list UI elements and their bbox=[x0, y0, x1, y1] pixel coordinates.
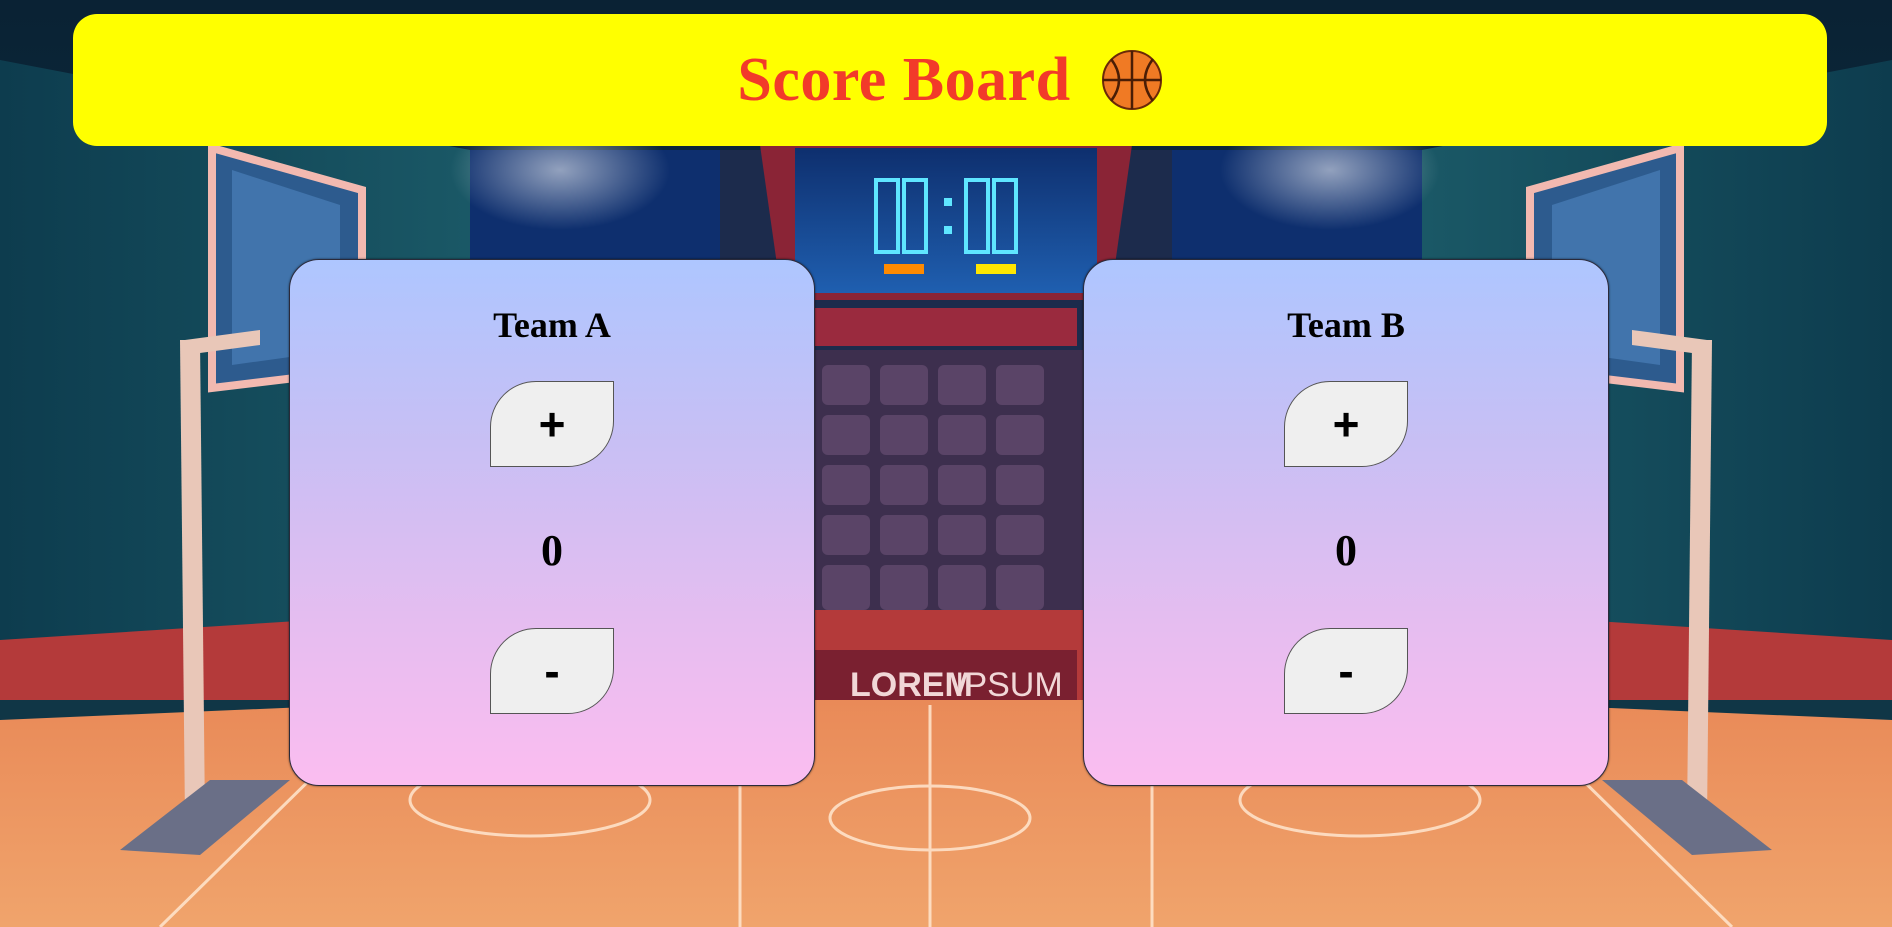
team-b-score: 0 bbox=[1335, 526, 1357, 575]
team-b-card: Team B + 0 - bbox=[1083, 259, 1609, 786]
arena-sign-light: IPSUM bbox=[955, 666, 1063, 704]
team-a-card: Team A + 0 - bbox=[289, 259, 815, 786]
team-a-name: Team A bbox=[493, 305, 611, 345]
team-a-decrement-button[interactable]: - bbox=[490, 628, 614, 714]
team-b-increment-button[interactable]: + bbox=[1284, 381, 1408, 467]
basketball-icon bbox=[1101, 49, 1163, 111]
team-b-decrement-button[interactable]: - bbox=[1284, 628, 1408, 714]
team-a-score: 0 bbox=[541, 526, 563, 575]
page-title: Score Board bbox=[737, 45, 1071, 114]
team-a-increment-button[interactable]: + bbox=[490, 381, 614, 467]
header-bar: Score Board bbox=[73, 14, 1827, 146]
scoreboard-page: LOREM IPSUM Score Board Team A + 0 - Tea… bbox=[0, 0, 1892, 927]
team-b-name: Team B bbox=[1287, 305, 1405, 345]
